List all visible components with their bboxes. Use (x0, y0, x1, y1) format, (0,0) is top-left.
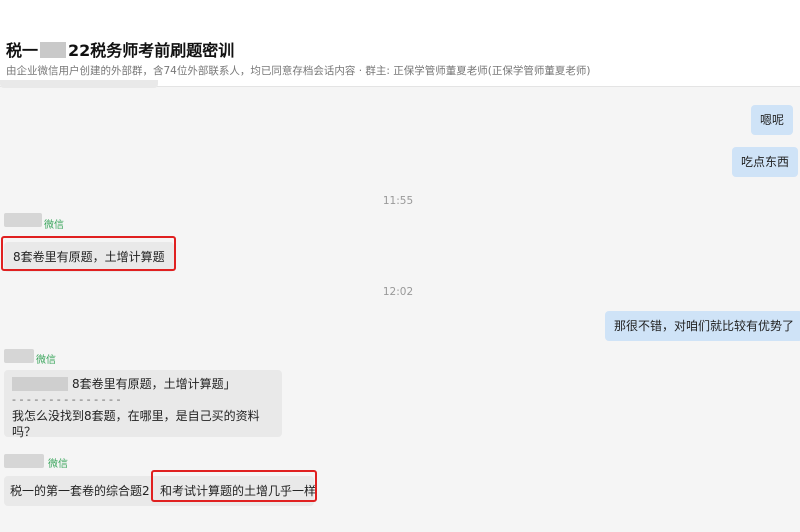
redacted-quoted-sender (12, 377, 68, 391)
redacted-sender-name (4, 213, 42, 227)
sender-source-label: 微信 (48, 459, 68, 470)
outgoing-message[interactable]: 吃点东西 (732, 147, 799, 177)
chat-title-prefix: 税一 (6, 41, 39, 60)
chat-header: 税一 22税务师考前刷题密训 由企业微信用户创建的外部群，含74位外部联系人，均已… (0, 0, 800, 87)
quote-separator: - - - - - - - - - - - - - - - (12, 393, 121, 406)
highlight-box (151, 470, 317, 502)
redacted-sender-name (4, 454, 44, 468)
sender-source-label: 微信 (44, 220, 64, 231)
timestamp: 12:02 (382, 286, 414, 298)
chat-subtitle: 由企业微信用户创建的外部群，含74位外部联系人，均已同意存档会话内容 · 群主:… (6, 65, 591, 77)
incoming-reply-message[interactable]: 8套卷里有原题，土增计算题」 - - - - - - - - - - - - -… (4, 370, 282, 439)
sender-source-label: 微信 (36, 355, 56, 366)
redacted-title-block (40, 42, 67, 58)
message-text-part: 税一的第一套卷的综合题2 (10, 484, 150, 498)
quoted-message: 8套卷里有原题，土增计算题」 (12, 376, 274, 392)
reply-text: 我怎么没找到8套题，在哪里，是自己买的资料吗？ (12, 409, 260, 439)
chat-title-suffix: 22税务师考前刷题密训 (68, 41, 235, 60)
outgoing-message[interactable]: 嗯呢 (751, 105, 794, 135)
quoted-text: 8套卷里有原题，土增计算题」 (72, 377, 236, 391)
timestamp: 11:55 (382, 195, 414, 207)
highlight-box (1, 236, 176, 271)
previous-message-remnant (0, 80, 158, 88)
redacted-sender-name (4, 349, 34, 363)
chat-title: 税一 22税务师考前刷题密训 (6, 37, 234, 61)
outgoing-message[interactable]: 那很不错，对咱们就比较有优势了 (605, 311, 800, 341)
